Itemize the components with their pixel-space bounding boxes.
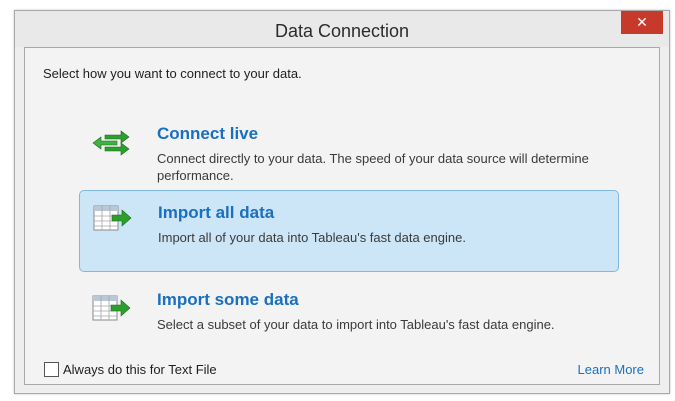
close-icon: ✕ [636,14,648,30]
option-title: Connect live [157,124,259,143]
import-table-icon [93,205,132,231]
import-table-icon [92,295,131,321]
data-connection-dialog: Data Connection ✕ Select how you want to… [14,10,670,394]
option-import-some-data[interactable]: Import some data Select a subset of your… [79,284,619,354]
option-import-all-data[interactable]: Import all data Import all of your data … [79,190,619,272]
connect-prompt: Select how you want to connect to your d… [43,66,302,81]
learn-more-link[interactable]: Learn More [578,362,644,377]
dialog-title: Data Connection [274,21,410,41]
close-button[interactable]: ✕ [621,11,663,34]
option-description: Select a subset of your data to import i… [157,317,555,332]
title-bar: Data Connection ✕ [15,11,669,47]
always-do-this-checkbox-row[interactable]: Always do this for Text File [44,362,217,377]
option-description: Connect directly to your data. The speed… [157,151,589,183]
checkbox-label: Always do this for Text File [63,362,217,377]
option-connect-live[interactable]: Connect live Connect directly to your da… [79,118,619,188]
option-description: Import all of your data into Tableau's f… [158,230,466,245]
option-title: Import all data [158,203,275,222]
connect-live-arrows-icon [92,130,130,156]
dialog-content: Select how you want to connect to your d… [24,47,660,385]
option-title: Import some data [157,290,299,309]
always-do-this-checkbox[interactable] [44,362,59,377]
